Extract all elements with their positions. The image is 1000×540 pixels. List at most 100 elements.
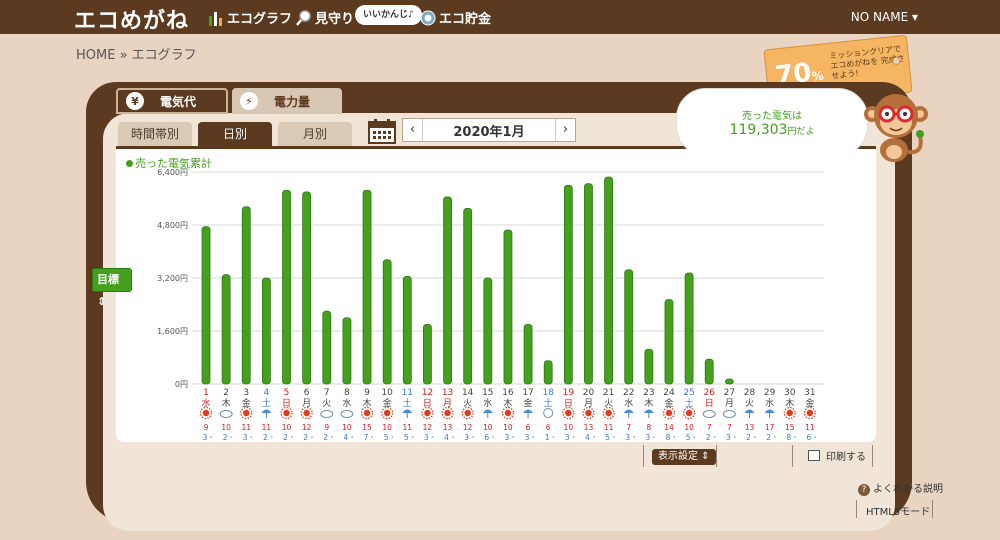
subtab-daily[interactable]: 日別 (198, 122, 272, 146)
weekday-label: 火 (322, 398, 331, 409)
temp-low-label: 3 (726, 433, 731, 442)
prev-month-button[interactable]: ‹ (403, 119, 423, 141)
day-label: 22 (623, 388, 634, 398)
degree-symbol: ° (331, 436, 334, 442)
cloud-icon (702, 410, 716, 418)
day-label: 7 (324, 388, 330, 398)
temp-low-label: 2 (706, 433, 711, 442)
weekday-label: 金 (664, 397, 673, 409)
temp-low-label: 3 (625, 433, 630, 442)
bar (644, 348, 654, 385)
sun-icon (806, 409, 814, 417)
degree-symbol: ° (512, 436, 515, 442)
day-label: 12 (422, 388, 433, 398)
bar (443, 196, 452, 385)
next-month-button[interactable]: › (555, 119, 575, 141)
subtab-hourly[interactable]: 時間帯別 (118, 122, 192, 146)
temp-low-label: 2 (283, 433, 288, 442)
temp-high-label: 10 (221, 423, 231, 432)
calendar-icon[interactable] (368, 118, 396, 144)
bar (221, 274, 231, 385)
sun-icon (685, 409, 693, 417)
umbrella-icon (523, 409, 534, 413)
degree-symbol: ° (572, 436, 575, 442)
temp-low-label: 6 (806, 433, 811, 442)
degree-symbol: ° (753, 436, 756, 442)
temp-low-label: 5 (605, 433, 610, 442)
html5-mode-link[interactable]: HTML5モード (866, 503, 930, 518)
weekday-label: 金 (805, 397, 814, 409)
temp-high-label: 9 (324, 423, 329, 432)
app-logo[interactable]: エコめがね (74, 3, 189, 35)
sun-icon (202, 409, 210, 417)
degree-symbol: ° (230, 436, 233, 442)
nav-eco-graph-label: エコグラフ (227, 12, 293, 27)
nav-eco-savings[interactable]: エコ貯金 (420, 8, 491, 27)
temp-low-label: 3 (565, 433, 570, 442)
bar (342, 317, 352, 385)
sold-amount-line: 119,303円だよ (677, 122, 867, 138)
snow-icon (543, 408, 554, 418)
weekday-label: 金 (383, 397, 392, 409)
nav-watch[interactable]: 見守り (296, 8, 354, 27)
temp-low-label: 8 (786, 433, 791, 442)
degree-symbol: ° (210, 436, 213, 442)
y-tick-label: 6,400円 (157, 168, 188, 177)
degree-symbol: ° (391, 436, 394, 442)
divider (792, 445, 793, 467)
divider (716, 445, 717, 467)
sun-icon (665, 409, 673, 417)
divider (856, 500, 857, 518)
temp-high-label: 6 (526, 423, 531, 432)
bar (362, 189, 372, 385)
degree-symbol: ° (633, 436, 636, 442)
display-settings-button[interactable]: 表示設定 ⇕ (652, 449, 716, 465)
day-label: 31 (804, 388, 815, 398)
temp-high-label: 10 (564, 423, 574, 432)
umbrella-icon (482, 409, 493, 413)
weekday-label: 木 (503, 397, 512, 409)
day-label: 6 (304, 388, 310, 398)
weekday-label: 日 (564, 398, 573, 409)
user-menu[interactable]: NO NAME ▾ (851, 10, 918, 24)
lightning-icon: ⚡ (240, 92, 258, 110)
degree-symbol: ° (653, 436, 656, 442)
tab-power-amount[interactable]: ⚡ 電力量 (232, 88, 342, 114)
sun-icon (283, 409, 290, 417)
subtab-monthly[interactable]: 月別 (278, 122, 352, 146)
temp-low-label: 3 (645, 433, 650, 442)
temp-low-label: 2 (263, 433, 268, 442)
sun-icon (363, 409, 371, 417)
temp-high-label: 17 (765, 423, 775, 432)
temp-high-label: 10 (503, 423, 513, 432)
temp-high-label: 10 (282, 423, 292, 432)
day-label: 10 (381, 388, 393, 398)
daily-sold-electricity-chart: 0円1,600円3,200円4,800円6,400円1水93 °2木102 °3金1… (157, 168, 824, 442)
target-toggle-button[interactable]: 目標 ⇕ (92, 268, 132, 308)
breadcrumb-home[interactable]: HOME (76, 48, 115, 63)
degree-symbol: ° (472, 436, 475, 442)
divider (932, 500, 933, 518)
weekday-label: 水 (342, 397, 351, 409)
temp-high-label: 13 (745, 423, 755, 432)
day-label: 26 (703, 388, 715, 398)
help-link[interactable]: ? よくわかる説明 (858, 480, 943, 496)
tab-electricity-cost[interactable]: ¥ 電気代 (116, 88, 228, 114)
temp-high-label: 15 (785, 423, 795, 432)
cloud-icon (722, 410, 736, 418)
bar (624, 269, 634, 385)
nav-eco-graph[interactable]: エコグラフ (208, 8, 292, 27)
nav-eco-savings-label: エコ貯金 (439, 12, 492, 27)
y-tick-label: 3,200円 (157, 274, 188, 283)
day-label: 24 (663, 388, 675, 398)
bar (704, 358, 714, 385)
temp-low-label: 7 (364, 433, 369, 442)
print-button[interactable]: 印刷する (802, 448, 872, 468)
day-label: 9 (364, 388, 370, 398)
temp-low-label: 5 (404, 433, 409, 442)
weekday-label: 土 (544, 397, 553, 409)
temp-high-label: 12 (302, 423, 312, 432)
print-label: 印刷する (826, 452, 866, 463)
degree-symbol: ° (452, 436, 455, 442)
temp-high-label: 7 (626, 423, 631, 432)
